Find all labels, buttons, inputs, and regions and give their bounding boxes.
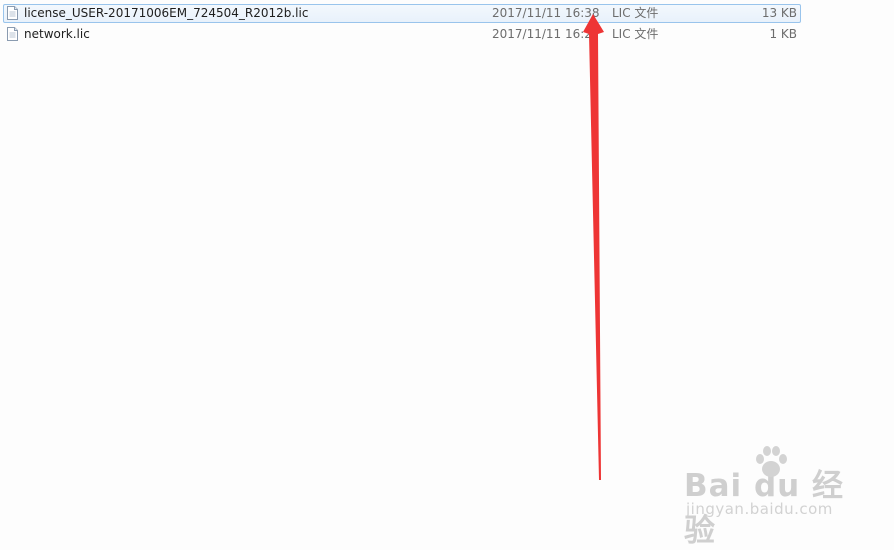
file-modified: 2017/11/11 16:38 — [492, 6, 600, 20]
file-type: LIC 文件 — [612, 27, 659, 41]
file-list: license_USER-20171006EM_724504_R2012b.li… — [0, 0, 894, 541]
file-size: 1 KB — [769, 27, 797, 41]
file-name: network.lic — [24, 27, 90, 41]
document-icon — [7, 27, 18, 41]
file-modified: 2017/11/11 16:2 — [492, 27, 592, 41]
document-icon — [7, 6, 18, 20]
file-row-network[interactable]: network.lic 2017/11/11 16:2 LIC 文件 1 KB — [3, 25, 801, 44]
file-type: LIC 文件 — [612, 6, 659, 20]
file-row-license[interactable]: license_USER-20171006EM_724504_R2012b.li… — [3, 4, 801, 23]
file-size: 13 KB — [761, 6, 797, 20]
file-name: license_USER-20171006EM_724504_R2012b.li… — [24, 6, 309, 20]
